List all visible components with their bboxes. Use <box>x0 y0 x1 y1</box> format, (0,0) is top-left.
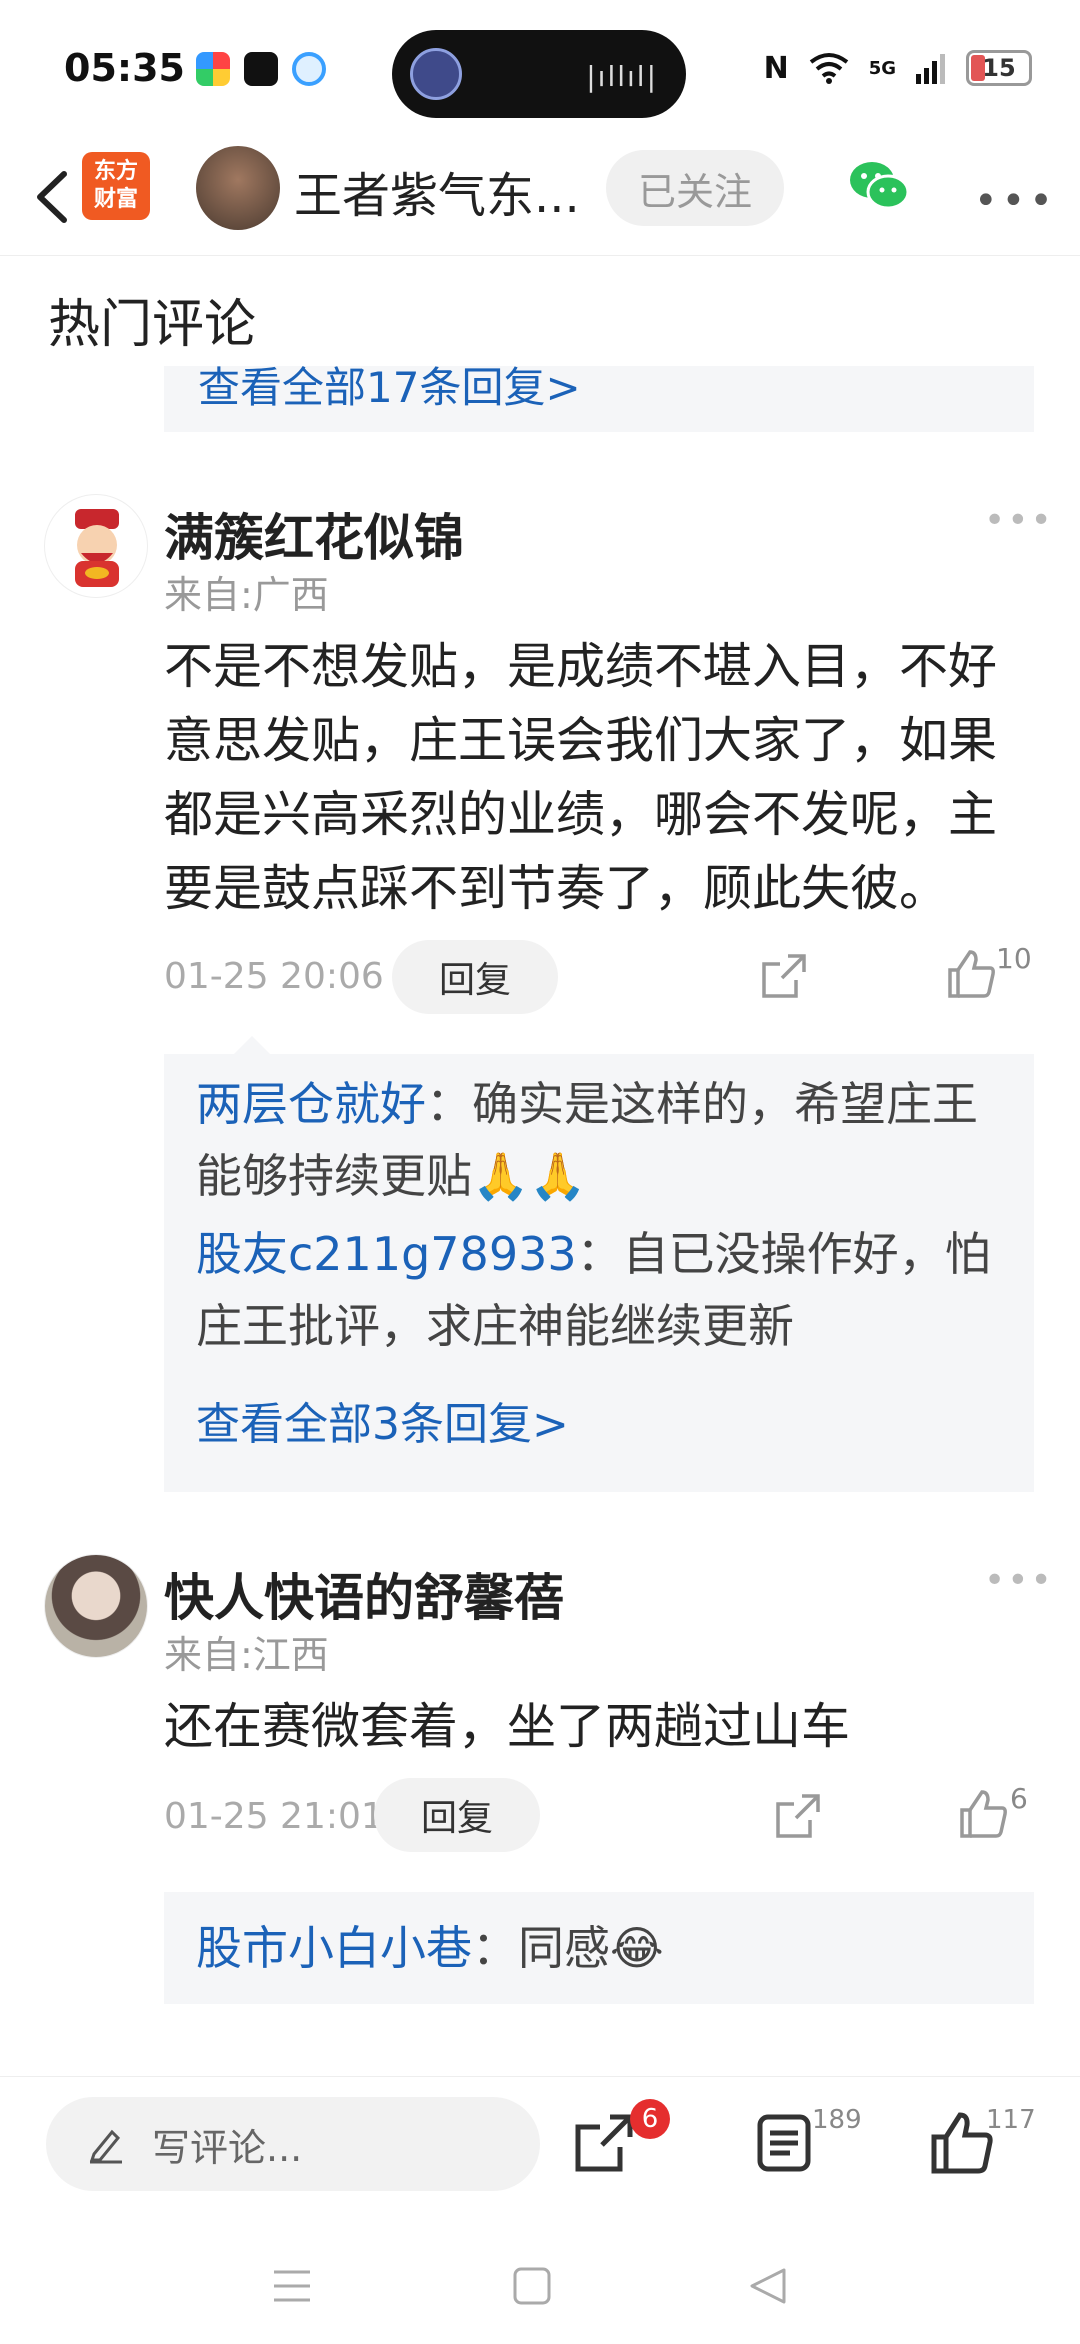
comment-item: 满簇红花似锦 来自:广西 ••• 不是不想发贴，是成绩不堪入目，不好意思发贴，庄… <box>0 490 1080 1492</box>
hot-comments-title: 热门评论 <box>48 295 257 355</box>
follow-button[interactable]: 已关注 <box>606 150 784 226</box>
battery-icon: 15 <box>966 50 1032 86</box>
view-all-replies-link[interactable]: 查看全部3条回复> <box>196 1388 569 1452</box>
commenter-location: 来自:江西 <box>164 1633 329 1677</box>
comments-icon[interactable] <box>752 2111 816 2175</box>
app-logo[interactable]: 东方 财富 <box>82 152 150 220</box>
like-icon[interactable] <box>958 1788 1010 1840</box>
comments-count: 189 <box>812 2105 862 2135</box>
comment-time: 01-25 21:01 <box>164 1796 384 1837</box>
bottom-action-bar: 写评论... 6 189 117 <box>0 2076 1080 2226</box>
write-comment-input[interactable]: 写评论... <box>46 2097 540 2191</box>
reply-box: 股市小白小巷：同感😂 <box>164 1892 1034 2004</box>
comment-more-icon[interactable]: ••• <box>984 500 1054 541</box>
home-icon[interactable] <box>512 2266 552 2306</box>
comment-time: 01-25 20:06 <box>164 956 384 997</box>
comment-text: 还在赛微套着，坐了两趟过山车 <box>164 1698 851 1755</box>
back-icon[interactable] <box>748 2266 788 2306</box>
status-indicators: N 5G 15 <box>764 50 1032 86</box>
comment-item: 快人快语的舒馨蓓 来自:江西 ••• 还在赛微套着，坐了两趟过山车 01-25 … <box>0 1550 1080 2010</box>
status-bar: 05:35 |ıllıl| N 5G 15 <box>0 0 1080 140</box>
app-notification-icon <box>196 52 230 86</box>
share-badge: 6 <box>630 2099 670 2139</box>
comment-placeholder: 写评论... <box>152 2125 303 2170</box>
likes-count: 117 <box>986 2105 1036 2135</box>
tiktok-icon <box>244 52 278 86</box>
menu-icon[interactable] <box>272 2266 312 2306</box>
share-icon[interactable] <box>774 1792 822 1840</box>
commenter-avatar[interactable] <box>44 494 148 598</box>
more-options-icon[interactable]: ••• <box>974 178 1057 224</box>
system-navigation-bar <box>0 2226 1080 2344</box>
signal-5g-label: 5G <box>868 57 896 79</box>
battery-level: 15 <box>982 54 1016 82</box>
reply-button[interactable]: 回复 <box>392 940 558 1014</box>
reply-button[interactable]: 回复 <box>374 1778 540 1852</box>
god-of-wealth-avatar-icon <box>75 509 119 587</box>
view-all-replies-link[interactable]: 查看全部17条回复> <box>198 366 581 415</box>
dynamic-island-app-icon <box>410 48 462 100</box>
like-count: 6 <box>1010 1782 1028 1815</box>
commenter-avatar[interactable] <box>44 1554 148 1658</box>
reply-item: 股市小白小巷：同感😂 <box>196 1912 1016 1984</box>
comment-text: 不是不想发贴，是成绩不堪入目，不好意思发贴，庄王误会我们大家了，如果都是兴高采烈… <box>164 638 998 917</box>
reply-item: 两层仓就好：确实是这样的，希望庄王能够持续更贴🙏🙏 <box>196 1068 1016 1212</box>
audio-wave-icon: |ıllıl| <box>586 60 658 93</box>
previous-reply-box: 查看全部17条回复> <box>164 366 1034 432</box>
reply-box: 两层仓就好：确实是这样的，希望庄王能够持续更贴🙏🙏 股友c211g78933：自… <box>164 1036 1034 1492</box>
like-count: 10 <box>996 942 1032 975</box>
pen-icon <box>89 2129 122 2164</box>
reply-box-pointer <box>234 1036 270 1054</box>
reply-text: ：同感😂 <box>472 1921 664 1975</box>
commenter-name[interactable]: 快人快语的舒馨蓓 <box>164 1558 564 1630</box>
logo-text-line2: 财富 <box>93 187 138 212</box>
browser-icon <box>292 52 326 86</box>
like-icon[interactable] <box>946 948 998 1000</box>
share-icon[interactable] <box>760 952 808 1000</box>
status-time: 05:35 <box>64 46 185 90</box>
wifi-icon <box>809 53 848 84</box>
share-icon[interactable] <box>572 2111 636 2175</box>
comment-more-icon[interactable]: ••• <box>984 1560 1054 1601</box>
logo-text-line1: 东方 <box>93 159 138 184</box>
signal-icon <box>916 54 945 84</box>
author-avatar[interactable] <box>196 146 280 230</box>
commenter-name[interactable]: 满簇红花似锦 <box>164 498 464 570</box>
reply-username[interactable]: 两层仓就好 <box>196 1077 426 1131</box>
reply-username[interactable]: 股友c211g78933 <box>196 1227 577 1281</box>
back-arrow-icon[interactable] <box>24 162 84 232</box>
post-header: 东方 财富 王者紫气东... 已关注 ••• <box>0 140 1080 256</box>
nfc-icon: N <box>763 50 789 86</box>
commenter-location: 来自:广西 <box>164 573 329 617</box>
wechat-icon[interactable] <box>848 158 910 212</box>
reply-username[interactable]: 股市小白小巷 <box>196 1921 472 1975</box>
author-name[interactable]: 王者紫气东... <box>294 156 580 226</box>
status-app-icons <box>196 52 326 86</box>
dynamic-island: |ıllıl| <box>392 30 686 118</box>
reply-item: 股友c211g78933：自已没操作好，怕庄王批评，求庄神能继续更新 <box>196 1218 1016 1362</box>
like-icon[interactable] <box>930 2111 994 2175</box>
